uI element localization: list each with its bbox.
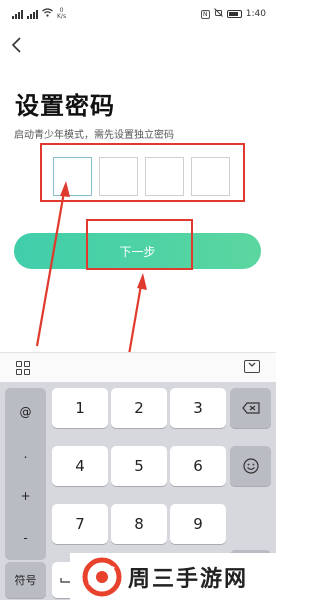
symbol-key[interactable]: 符号 [5, 562, 46, 598]
key-1[interactable]: 1 [52, 388, 108, 428]
emoji-key[interactable] [230, 446, 271, 486]
clock: 1:40 [245, 9, 266, 19]
key-5[interactable]: 5 [111, 446, 167, 486]
nfc-icon: N [200, 9, 210, 19]
key-2[interactable]: 2 [111, 388, 167, 428]
chevron-left-icon [11, 37, 21, 53]
key-symbol-minus[interactable]: - [5, 518, 46, 558]
key-8[interactable]: 8 [111, 504, 167, 544]
status-left: 0 K/s [12, 8, 66, 20]
wifi-icon [42, 8, 53, 20]
battery-icon [226, 10, 242, 18]
key-3[interactable]: 3 [170, 388, 226, 428]
key-9[interactable]: 9 [170, 504, 226, 544]
collapse-keyboard-icon[interactable] [244, 360, 260, 373]
signal-icon-2 [27, 9, 38, 19]
watermark-logo-icon [82, 557, 122, 596]
net-speed: 0 K/s [57, 8, 66, 20]
page-subtitle: 启动青少年模式，需先设置独立密码 [14, 130, 174, 141]
backspace-icon [241, 402, 260, 414]
highlight-box-passcode [40, 143, 245, 202]
key-symbol-dot[interactable]: . [5, 434, 46, 474]
symbol-column: @ . + - [5, 388, 46, 560]
key-6[interactable]: 6 [170, 446, 226, 486]
key-symbol-plus[interactable]: + [5, 476, 46, 516]
grid-icon[interactable] [16, 361, 30, 375]
key-7[interactable]: 7 [52, 504, 108, 544]
backspace-key[interactable] [230, 388, 271, 428]
watermark-logo: 周三手游网 [70, 553, 276, 600]
emoji-icon [242, 458, 259, 474]
status-bar: 0 K/s N 1:40 [0, 0, 276, 28]
key-symbol-at[interactable]: @ [5, 392, 46, 432]
mute-icon [213, 8, 223, 20]
page-title: 设置密码 [15, 92, 115, 120]
back-button[interactable] [10, 36, 30, 58]
keyboard-toolbar [0, 352, 276, 382]
highlight-box-next [86, 219, 193, 270]
signal-icon [12, 9, 23, 19]
watermark-text: 周三手游网 [128, 566, 249, 592]
net-speed-unit: K/s [57, 13, 67, 20]
status-right: N 1:40 [200, 8, 266, 20]
key-4[interactable]: 4 [52, 446, 108, 486]
